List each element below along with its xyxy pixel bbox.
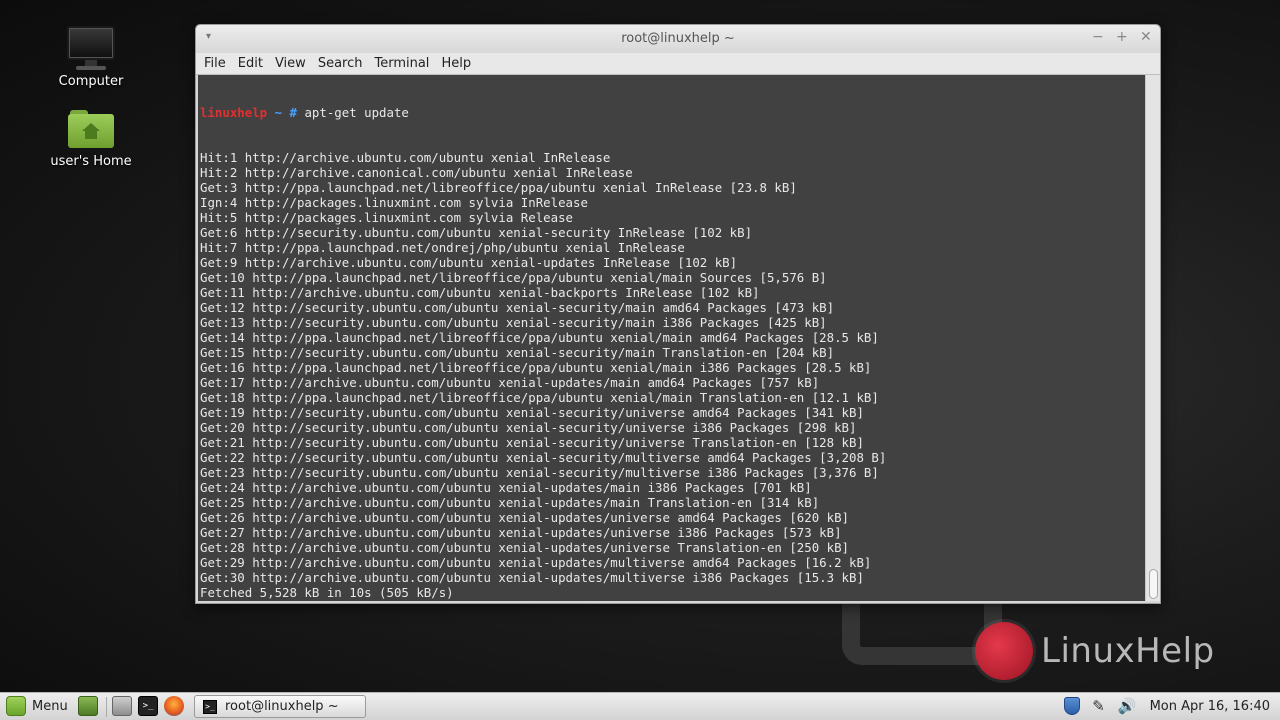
menu-view[interactable]: View	[270, 54, 311, 73]
close-icon[interactable]: ✕	[1140, 29, 1152, 45]
taskbar-separator	[106, 697, 107, 717]
output-line: Get:12 http://security.ubuntu.com/ubuntu…	[200, 300, 835, 315]
terminal-window[interactable]: ▾ root@linuxhelp ~ − + ✕ File Edit View …	[195, 24, 1161, 604]
start-menu-label: Menu	[32, 698, 68, 714]
output-line: Get:30 http://archive.ubuntu.com/ubuntu …	[200, 570, 864, 585]
output-line: Get:19 http://security.ubuntu.com/ubuntu…	[200, 405, 864, 420]
output-line: Get:6 http://security.ubuntu.com/ubuntu …	[200, 225, 753, 240]
command-text: apt-get update	[296, 105, 409, 120]
home-folder-icon	[68, 110, 114, 150]
output-line: Get:17 http://archive.ubuntu.com/ubuntu …	[200, 375, 820, 390]
terminal-icon: >_	[203, 699, 217, 714]
taskbar: Menu >_ >_ root@linuxhelp ~ ✎ 🔊 Mon Apr …	[0, 692, 1280, 720]
window-titlebar[interactable]: ▾ root@linuxhelp ~ − + ✕	[196, 25, 1160, 53]
menu-help[interactable]: Help	[436, 54, 476, 73]
linuxhelp-logo-icon	[975, 622, 1033, 680]
output-line: Hit:1 http://archive.ubuntu.com/ubuntu x…	[200, 150, 611, 165]
output-line: Hit:7 http://ppa.launchpad.net/ondrej/ph…	[200, 240, 685, 255]
mint-logo-icon	[6, 696, 26, 716]
output-line: Get:16 http://ppa.launchpad.net/libreoff…	[200, 360, 872, 375]
file-manager-icon[interactable]	[112, 696, 132, 716]
menu-file[interactable]: File	[199, 54, 231, 73]
output-line: Ign:4 http://packages.linuxmint.com sylv…	[200, 195, 588, 210]
firefox-icon[interactable]	[164, 696, 184, 716]
output-line: Get:20 http://security.ubuntu.com/ubuntu…	[200, 420, 857, 435]
output-line: Get:29 http://archive.ubuntu.com/ubuntu …	[200, 555, 872, 570]
terminal-scrollbar[interactable]	[1145, 75, 1160, 601]
output-line: Hit:5 http://packages.linuxmint.com sylv…	[200, 210, 573, 225]
menu-search[interactable]: Search	[313, 54, 368, 73]
output-line: Get:9 http://archive.ubuntu.com/ubuntu x…	[200, 255, 738, 270]
menu-edit[interactable]: Edit	[233, 54, 268, 73]
linuxhelp-brand-text: LinuxHelp	[1041, 631, 1215, 671]
menu-terminal[interactable]: Terminal	[369, 54, 434, 73]
show-desktop-icon[interactable]	[78, 696, 98, 716]
output-line: Get:11 http://archive.ubuntu.com/ubuntu …	[200, 285, 760, 300]
output-line: Get:27 http://archive.ubuntu.com/ubuntu …	[200, 525, 842, 540]
output-line: Get:18 http://ppa.launchpad.net/libreoff…	[200, 390, 879, 405]
output-line: Hit:2 http://archive.canonical.com/ubunt…	[200, 165, 633, 180]
volume-icon[interactable]: 🔊	[1118, 697, 1137, 715]
output-line: Get:10 http://ppa.launchpad.net/libreoff…	[200, 270, 827, 285]
scrollbar-thumb[interactable]	[1149, 569, 1158, 599]
output-line: Get:13 http://security.ubuntu.com/ubuntu…	[200, 315, 827, 330]
system-tray: ✎ 🔊 Mon Apr 16, 16:40	[1063, 697, 1270, 715]
desktop-icon-computer[interactable]: Computer	[46, 26, 136, 89]
output-line: Reading package lists... Done	[200, 600, 1145, 601]
computer-icon	[46, 26, 136, 70]
output-line: Get:21 http://security.ubuntu.com/ubuntu…	[200, 435, 864, 450]
minimize-icon[interactable]: −	[1092, 29, 1104, 45]
prompt-user: linuxhelp	[200, 105, 268, 120]
output-line: Fetched 5,528 kB in 10s (505 kB/s)	[200, 585, 454, 600]
prompt-path: ~ #	[267, 105, 297, 120]
taskbar-window-label: root@linuxhelp ~	[225, 699, 339, 714]
output-line: Get:24 http://archive.ubuntu.com/ubuntu …	[200, 480, 812, 495]
terminal-launcher-icon[interactable]: >_	[138, 696, 158, 716]
menubar: File Edit View Search Terminal Help	[196, 53, 1160, 75]
output-line: Get:3 http://ppa.launchpad.net/libreoffi…	[200, 180, 797, 195]
start-menu-button[interactable]: Menu	[6, 696, 68, 716]
output-line: Get:14 http://ppa.launchpad.net/libreoff…	[200, 330, 879, 345]
clock[interactable]: Mon Apr 16, 16:40	[1150, 699, 1270, 714]
terminal-output[interactable]: linuxhelp ~ # apt-get update Hit:1 http:…	[198, 75, 1145, 601]
output-line: Get:28 http://archive.ubuntu.com/ubuntu …	[200, 540, 850, 555]
desktop-icon-label: Computer	[58, 74, 124, 89]
update-manager-shield-icon[interactable]	[1063, 697, 1080, 715]
maximize-icon[interactable]: +	[1116, 29, 1128, 45]
output-line: Get:26 http://archive.ubuntu.com/ubuntu …	[200, 510, 850, 525]
output-line: Get:25 http://archive.ubuntu.com/ubuntu …	[200, 495, 820, 510]
desktop-icon-label: user's Home	[50, 154, 132, 169]
network-icon[interactable]: ✎	[1090, 697, 1108, 715]
output-line: Get:23 http://security.ubuntu.com/ubuntu…	[200, 465, 879, 480]
output-line: Get:15 http://security.ubuntu.com/ubuntu…	[200, 345, 835, 360]
output-line: Get:22 http://security.ubuntu.com/ubuntu…	[200, 450, 887, 465]
desktop-icon-home[interactable]: user's Home	[46, 110, 136, 169]
taskbar-window-terminal[interactable]: >_ root@linuxhelp ~	[194, 695, 366, 718]
window-title: root@linuxhelp ~	[621, 31, 735, 46]
linuxhelp-watermark: LinuxHelp	[975, 622, 1215, 680]
command-line: linuxhelp ~ # apt-get update	[200, 105, 1145, 120]
